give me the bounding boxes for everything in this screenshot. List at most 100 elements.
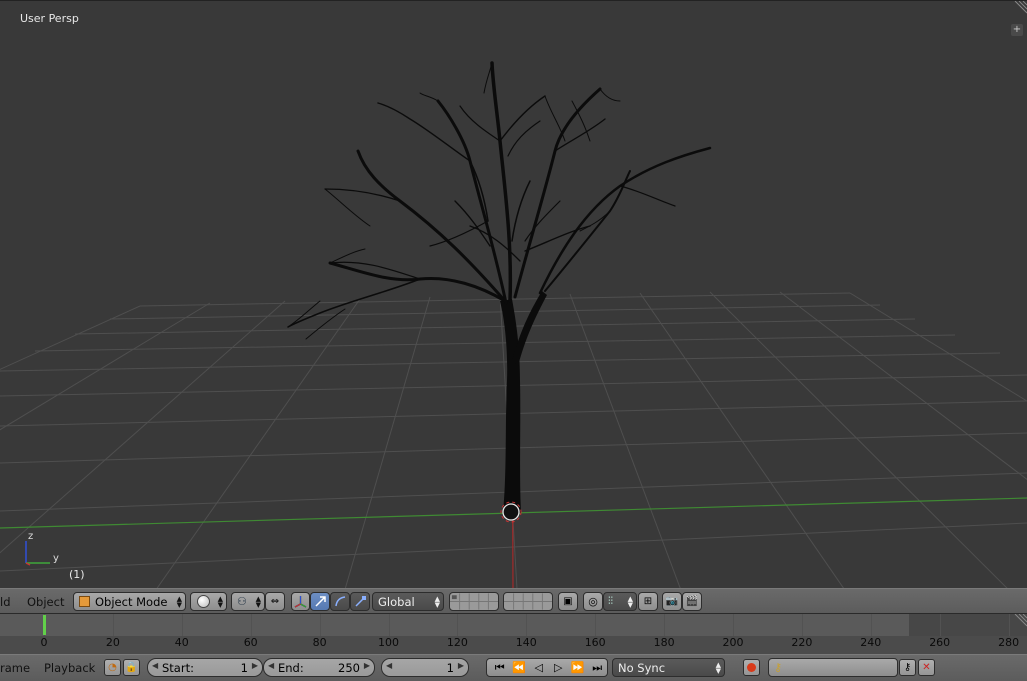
render-animation-button[interactable]: 🎬 xyxy=(682,592,702,611)
translate-manipulator-button[interactable] xyxy=(310,592,330,611)
timeline-strip[interactable] xyxy=(0,614,1027,636)
timeline-tick-line xyxy=(664,614,666,636)
timeline-tick-line xyxy=(870,614,872,636)
y-axis-label: y xyxy=(53,553,59,564)
translate-icon xyxy=(294,596,307,608)
start-label: Start: xyxy=(162,661,194,675)
updown-icon: ▲ ▼ xyxy=(176,594,182,609)
decrement-icon[interactable]: ◀ xyxy=(152,661,158,670)
play-icon[interactable]: ▷ xyxy=(549,661,569,674)
snap-icon: ⫶⫶ xyxy=(608,596,613,607)
3d-viewport[interactable]: z y User Persp (1) + xyxy=(0,0,1027,588)
lock-icon[interactable]: 🔒 xyxy=(123,659,140,676)
decrement-icon[interactable]: ◀ xyxy=(386,661,392,670)
increment-icon[interactable]: ▶ xyxy=(364,661,370,670)
object-origin-cursor[interactable] xyxy=(502,503,520,521)
scale-button[interactable] xyxy=(350,592,370,611)
transform-orientation-select[interactable]: Global ▲ ▼ xyxy=(372,592,444,611)
render-button[interactable]: 📷 xyxy=(662,592,682,611)
layers-group-2[interactable] xyxy=(503,592,553,611)
timeline-tick-label: 260 xyxy=(929,636,951,649)
timeline-tick-line xyxy=(250,614,252,636)
properties-toggle-icon[interactable]: + xyxy=(1011,24,1023,36)
timeline-tick-label: 40 xyxy=(174,636,189,649)
render-icon: 📷 xyxy=(665,596,679,607)
timeline-tick-label: 80 xyxy=(312,636,327,649)
menu-add[interactable]: ld xyxy=(0,595,11,609)
rotate-button[interactable] xyxy=(330,592,350,611)
timeline-tick-label: 200 xyxy=(722,636,744,649)
translate-button[interactable] xyxy=(291,592,310,611)
area-split-icon[interactable] xyxy=(1013,614,1027,628)
mode-select[interactable]: Object Mode ▲ ▼ xyxy=(73,592,186,611)
jump-start-icon[interactable]: ⏮ xyxy=(490,661,510,675)
viewport-shading-select[interactable]: ▲ ▼ xyxy=(190,592,227,611)
end-frame-field[interactable]: ◀ End: 250 ▶ xyxy=(263,658,375,677)
end-label: End: xyxy=(278,661,304,675)
increment-icon[interactable]: ▶ xyxy=(252,661,258,670)
pivot-icon: ⚇ xyxy=(237,595,247,608)
axis-gizmo: z y xyxy=(25,531,59,566)
timeline-tick-label: 60 xyxy=(243,636,258,649)
timeline-tick-label: 240 xyxy=(860,636,882,649)
timeline-tick-line xyxy=(112,614,114,636)
updown-icon: ▲ ▼ xyxy=(715,660,721,675)
timeline-tick-line xyxy=(1008,614,1010,636)
mode-cube-icon xyxy=(79,596,90,607)
pivot-point-select[interactable]: ⚇ ▲ ▼ xyxy=(231,592,265,611)
current-frame-cursor[interactable] xyxy=(43,615,46,635)
current-frame-field[interactable]: ◀ 1 ▶ xyxy=(381,658,469,677)
insert-key-icon: ⚷ xyxy=(903,662,912,673)
delete-key-icon: ✕ xyxy=(922,662,931,673)
timeline-tick-line xyxy=(939,614,941,636)
lock-layers-button[interactable]: ▣ xyxy=(558,592,578,611)
timeline-tick-line xyxy=(181,614,183,636)
snap-target-button[interactable]: ⊞ xyxy=(638,592,658,611)
mode-label: Object Mode xyxy=(95,594,168,609)
play-reverse-icon[interactable]: ◁ xyxy=(529,661,549,674)
start-value: 1 xyxy=(240,661,248,675)
timeline-tick-line xyxy=(733,614,734,636)
current-frame-value: 1 xyxy=(446,661,454,675)
playback-controls[interactable]: ⏮ ⏪ ◁ ▷ ⏩ ⏭ xyxy=(486,658,608,677)
updown-icon: ▲ ▼ xyxy=(627,594,633,609)
proportional-edit-button[interactable]: ◎ xyxy=(583,592,603,611)
scene-canvas[interactable]: z y xyxy=(0,1,1027,588)
area-split-icon[interactable] xyxy=(1013,1,1027,15)
record-button[interactable] xyxy=(743,659,760,676)
shading-sphere-icon xyxy=(197,595,210,608)
z-axis-label: z xyxy=(28,531,33,542)
insert-keyframe-button[interactable]: ⚷ xyxy=(899,659,916,676)
manipulator-toggle[interactable]: ⇔ xyxy=(265,592,285,611)
scale-icon xyxy=(354,596,366,607)
layers-group-1[interactable] xyxy=(449,592,499,611)
timeline-tick-label: 140 xyxy=(515,636,537,649)
updown-icon: ▲ ▼ xyxy=(434,594,440,609)
camera-icon: 🎬 xyxy=(685,596,699,607)
decrement-icon[interactable]: ◀ xyxy=(268,661,274,670)
view-name: User Persp xyxy=(20,12,79,25)
increment-icon[interactable]: ▶ xyxy=(458,661,464,670)
lock-icon: ▣ xyxy=(563,596,573,607)
jump-end-icon[interactable]: ⏭ xyxy=(588,661,608,675)
timeline-tick-label: 180 xyxy=(653,636,675,649)
keying-set-field[interactable]: ⚷ xyxy=(768,658,898,677)
next-keyframe-icon[interactable]: ⏩ xyxy=(568,661,588,674)
menu-object[interactable]: Object xyxy=(27,595,64,609)
start-frame-field[interactable]: ◀ Start: 1 ▶ xyxy=(147,658,263,677)
tree-mesh[interactable] xyxy=(287,61,712,513)
timeline-tick-line xyxy=(457,614,459,636)
snap-element-select[interactable]: ⫶⫶ ▲ ▼ xyxy=(603,592,637,611)
manipulator-icon: ⇔ xyxy=(270,596,280,607)
sync-select[interactable]: No Sync ▲ ▼ xyxy=(612,658,725,677)
sync-label: No Sync xyxy=(618,660,666,675)
timeline-tick-label: 20 xyxy=(105,636,120,649)
arrow-icon xyxy=(314,596,326,607)
keying-icon[interactable]: ◔ xyxy=(104,659,121,676)
updown-icon: ▲ ▼ xyxy=(217,594,223,609)
timeline-area[interactable]: 0 20 40 60 80 100 120 140 160 180 200 220 240 260 280 xyxy=(0,614,1027,654)
prev-keyframe-icon[interactable]: ⏪ xyxy=(510,661,530,674)
delete-keyframe-button[interactable]: ✕ xyxy=(918,659,935,676)
menu-frame[interactable]: rame xyxy=(0,661,30,675)
menu-playback[interactable]: Playback xyxy=(44,661,95,675)
